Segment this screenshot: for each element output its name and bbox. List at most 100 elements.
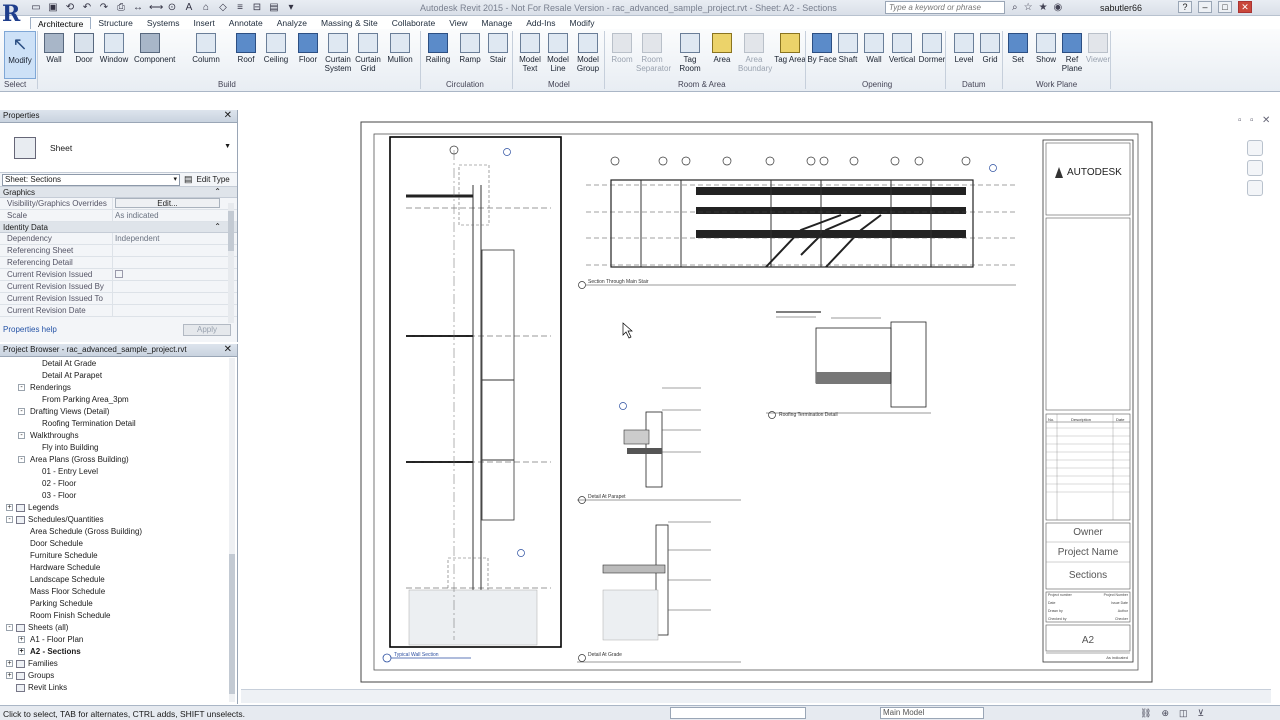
restore-view-icon[interactable]: ▫	[1250, 115, 1254, 126]
help-icon[interactable]: ?	[1178, 1, 1192, 13]
property-value[interactable]: Independent	[113, 233, 237, 244]
curtain-system-button[interactable]: Curtain System	[322, 31, 354, 79]
view-title-typical-wall-section[interactable]: Typical Wall Section	[394, 652, 439, 658]
sync-icon[interactable]: ⟲	[64, 2, 76, 13]
panel-label-select[interactable]: Select	[4, 80, 26, 89]
room-button[interactable]: Room	[606, 31, 638, 79]
search-input[interactable]: Type a keyword or phrase	[885, 1, 1005, 14]
browser-node[interactable]: Detail At Parapet	[0, 370, 228, 382]
measure-icon[interactable]: ↔	[132, 2, 144, 13]
browser-node[interactable]: Landscape Schedule	[0, 574, 228, 586]
print-icon[interactable]: ⎙	[115, 2, 127, 13]
tab-structure[interactable]: Structure	[91, 17, 140, 29]
browser-node[interactable]: - Sheets (all)	[0, 622, 228, 634]
browser-node[interactable]: Parking Schedule	[0, 598, 228, 610]
3d-view-icon[interactable]: ⌂	[200, 2, 212, 13]
collapse-icon[interactable]: -	[18, 384, 25, 391]
view-title-detail-at-parapet[interactable]: Detail At Parapet	[588, 494, 626, 500]
close-icon[interactable]: ✕	[224, 110, 232, 122]
browser-node[interactable]: Door Schedule	[0, 538, 228, 550]
pan-icon[interactable]	[1247, 180, 1263, 196]
tag-icon[interactable]: ⊙	[166, 2, 178, 13]
tab-analyze[interactable]: Analyze	[270, 17, 314, 29]
browser-node[interactable]: Detail At Grade	[0, 358, 228, 370]
browser-node[interactable]: Hardware Schedule	[0, 562, 228, 574]
undo-icon[interactable]: ↶	[81, 2, 93, 13]
curtain-grid-button[interactable]: Curtain Grid	[352, 31, 384, 79]
edit-overrides-button[interactable]: Edit...	[115, 198, 220, 208]
tab-manage[interactable]: Manage	[474, 17, 519, 29]
revit-logo[interactable]: R	[2, 1, 22, 31]
text-icon[interactable]: A	[183, 2, 195, 13]
link-icon[interactable]: ⛓	[1140, 708, 1151, 719]
expand-icon[interactable]: +	[6, 504, 13, 511]
expand-icon[interactable]: +	[18, 636, 25, 643]
browser-node[interactable]: + Groups	[0, 670, 228, 682]
property-value[interactable]	[113, 293, 237, 304]
sheet-svg[interactable]: Typical Wall Section Section Through Mai…	[241, 110, 1280, 704]
collapse-icon[interactable]: -	[18, 432, 25, 439]
properties-scrollbar[interactable]	[228, 203, 234, 323]
close-icon[interactable]: ✕	[1238, 1, 1252, 13]
model-selector[interactable]: Main Model	[880, 707, 984, 719]
browser-node[interactable]: From Parking Area_3pm	[0, 394, 228, 406]
browser-node[interactable]: 03 - Floor	[0, 490, 228, 502]
expand-icon[interactable]: +	[18, 648, 25, 655]
minimize-icon[interactable]: –	[1198, 1, 1212, 13]
model-group-button[interactable]: Model Group	[572, 31, 604, 79]
browser-node[interactable]: - Drafting Views (Detail)	[0, 406, 228, 418]
collapse-icon[interactable]: -	[18, 456, 25, 463]
user-name[interactable]: sabutler66	[1100, 3, 1142, 13]
stair-button[interactable]: Stair	[482, 31, 514, 79]
edit-type-button[interactable]: Edit Type	[197, 175, 230, 184]
vertical-button[interactable]: Vertical	[886, 31, 918, 79]
workset-selector[interactable]	[670, 707, 806, 719]
door-button[interactable]: Door	[68, 31, 100, 79]
close-icon[interactable]: ✕	[224, 344, 232, 356]
area-boundary-button[interactable]: Area Boundary	[738, 31, 772, 79]
property-value[interactable]	[113, 269, 237, 280]
close-view-icon[interactable]: ✕	[1262, 115, 1270, 126]
tab-collaborate[interactable]: Collaborate	[385, 17, 442, 29]
model-line-button[interactable]: Model Line	[542, 31, 574, 79]
browser-node[interactable]: + A2 - Sections	[0, 646, 228, 658]
browser-node[interactable]: + Legends	[0, 502, 228, 514]
collapse-icon[interactable]: -	[18, 408, 25, 415]
view-title-main-stair[interactable]: Section Through Main Stair	[588, 279, 649, 285]
revision-issued-checkbox[interactable]	[115, 270, 123, 278]
room-separator-button[interactable]: Room Separator	[636, 31, 671, 79]
browser-node[interactable]: Fly into Building	[0, 442, 228, 454]
property-value[interactable]: As indicated	[113, 210, 237, 221]
browser-node[interactable]: Furniture Schedule	[0, 550, 228, 562]
collapse-icon[interactable]: -	[6, 624, 13, 631]
property-value[interactable]	[113, 305, 237, 316]
properties-help-link[interactable]: Properties help	[3, 325, 57, 334]
save-icon[interactable]: ▣	[47, 2, 59, 13]
railing-button[interactable]: Railing	[422, 31, 454, 79]
dimension-icon[interactable]: ⟷	[149, 2, 163, 13]
star-icon[interactable]: ★	[1039, 2, 1048, 13]
column-button[interactable]: Column	[190, 31, 222, 79]
browser-node[interactable]: - Renderings	[0, 382, 228, 394]
tab-massing-site[interactable]: Massing & Site	[314, 17, 385, 29]
wall-button[interactable]: Wall	[38, 31, 70, 79]
thin-lines-icon[interactable]: ≡	[234, 2, 246, 13]
window-button[interactable]: Window	[98, 31, 130, 79]
expand-icon[interactable]: +	[6, 672, 13, 679]
tab-insert[interactable]: Insert	[186, 17, 221, 29]
close-hidden-icon[interactable]: ⊟	[251, 2, 263, 13]
dormer-button[interactable]: Dormer	[916, 31, 948, 79]
subscription-icon[interactable]: ☆	[1024, 2, 1033, 13]
user-icon[interactable]: ◉	[1054, 2, 1063, 13]
tab-architecture[interactable]: Architecture	[30, 17, 92, 29]
browser-node[interactable]: 02 - Floor	[0, 478, 228, 490]
binoculars-icon[interactable]: ⌕	[1012, 2, 1018, 13]
view-title-roofing-termination[interactable]: Roofing Termination Detail	[779, 412, 838, 418]
browser-node[interactable]: Revit Links	[0, 682, 228, 694]
browser-node[interactable]: + A1 - Floor Plan	[0, 634, 228, 646]
modify-button[interactable]: ↖ Modify	[4, 31, 36, 79]
switch-windows-icon[interactable]: ▤	[268, 2, 280, 13]
collapse-icon[interactable]: -	[6, 516, 13, 523]
drawing-area[interactable]: Typical Wall Section Section Through Mai…	[241, 110, 1280, 704]
browser-scrollbar[interactable]	[229, 358, 235, 702]
